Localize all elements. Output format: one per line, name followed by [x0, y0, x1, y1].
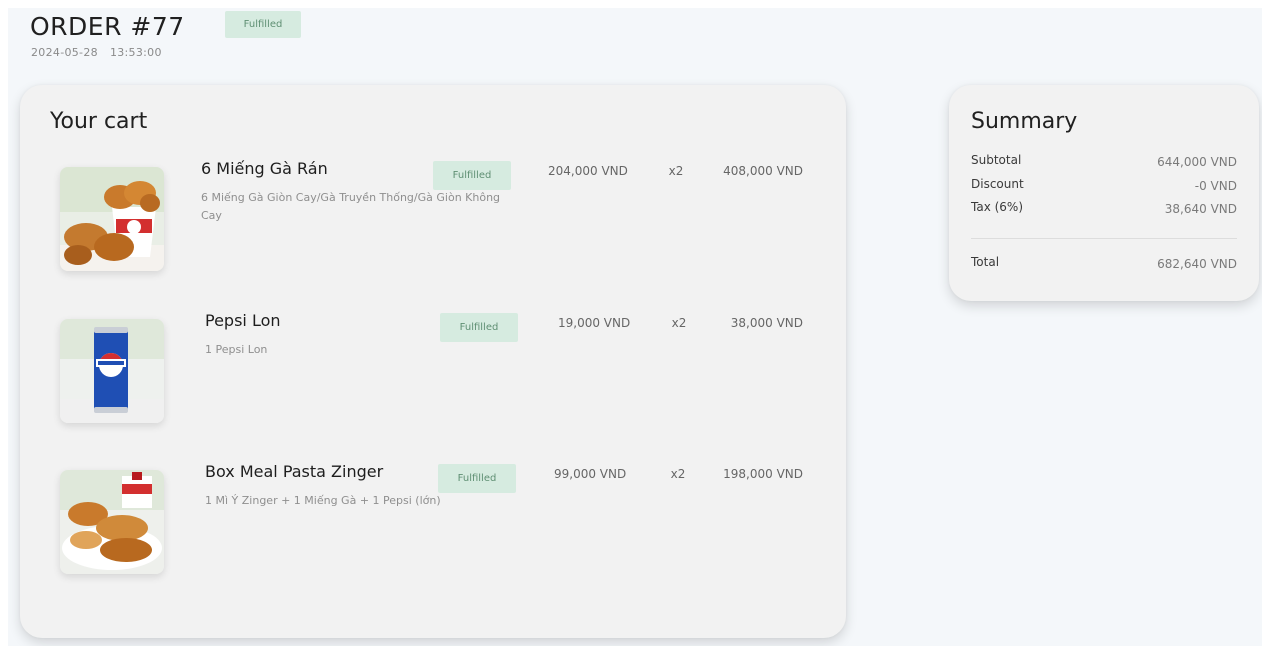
item-description: 1 Pepsi Lon — [205, 343, 268, 356]
item-quantity: x2 — [670, 467, 686, 481]
item-total: 38,000 VND — [730, 316, 803, 330]
cart-card: Your cart 6 Miếng Gà Rán 6 Miếng Gà Giòn… — [20, 85, 846, 638]
order-page: ORDER #77 2024-05-28 13:53:00 Fulfilled Y… — [8, 8, 1262, 646]
discount-label: Discount — [971, 177, 1024, 191]
item-price: 204,000 VND — [548, 164, 628, 178]
summary-card: Summary Subtotal 644,000 VND Discount -0… — [949, 85, 1259, 301]
summary-discount-row: Discount -0 VND — [971, 177, 1237, 197]
item-status-badge: Fulfilled — [438, 464, 516, 493]
item-description: 1 Mì Ý Zinger + 1 Miếng Gà + 1 Pepsi (lớ… — [205, 494, 441, 507]
item-status-badge: Fulfilled — [440, 313, 518, 342]
summary-tax-row: Tax (6%) 38,640 VND — [971, 200, 1237, 220]
item-name: Pepsi Lon — [205, 311, 281, 330]
item-name: 6 Miếng Gà Rán — [201, 159, 328, 178]
item-quantity: x2 — [671, 316, 687, 330]
item-price: 99,000 VND — [554, 467, 627, 481]
order-status-badge: Fulfilled — [225, 11, 301, 38]
item-description: 6 Miếng Gà Giòn Cay/Gà Truyền Thống/Gà G… — [201, 191, 501, 222]
tax-label: Tax (6%) — [971, 200, 1024, 214]
pepsi-can-image — [60, 319, 164, 423]
fried-chicken-image — [60, 167, 164, 271]
subtotal-label: Subtotal — [971, 153, 1022, 167]
order-datetime: 2024-05-28 13:53:00 — [31, 46, 162, 59]
item-name: Box Meal Pasta Zinger — [205, 462, 384, 481]
item-price: 19,000 VND — [558, 316, 631, 330]
item-status-badge: Fulfilled — [433, 161, 511, 190]
tax-value: 38,640 VND — [1164, 202, 1237, 216]
total-value: 682,640 VND — [1157, 257, 1237, 271]
summary-subtotal-row: Subtotal 644,000 VND — [971, 153, 1237, 173]
order-date: 2024-05-28 — [31, 46, 98, 59]
order-time: 13:53:00 — [109, 46, 162, 59]
cart-item: Box Meal Pasta Zinger 1 Mì Ý Zinger + 1 … — [20, 462, 846, 582]
summary-divider — [971, 238, 1237, 239]
discount-value: -0 VND — [1194, 179, 1237, 193]
total-label: Total — [971, 255, 1000, 269]
item-total: 408,000 VND — [723, 164, 803, 178]
item-quantity: x2 — [668, 164, 684, 178]
order-title: ORDER #77 — [30, 12, 185, 41]
summary-total-row: Total 682,640 VND — [971, 255, 1237, 275]
cart-title: Your cart — [50, 109, 148, 134]
summary-title: Summary — [971, 109, 1078, 134]
cart-item: Pepsi Lon 1 Pepsi Lon Fulfilled 19,000 V… — [20, 311, 846, 431]
cart-item: 6 Miếng Gà Rán 6 Miếng Gà Giòn Cay/Gà Tr… — [20, 159, 846, 279]
box-meal-image — [60, 470, 164, 574]
subtotal-value: 644,000 VND — [1157, 155, 1237, 169]
item-total: 198,000 VND — [723, 467, 803, 481]
